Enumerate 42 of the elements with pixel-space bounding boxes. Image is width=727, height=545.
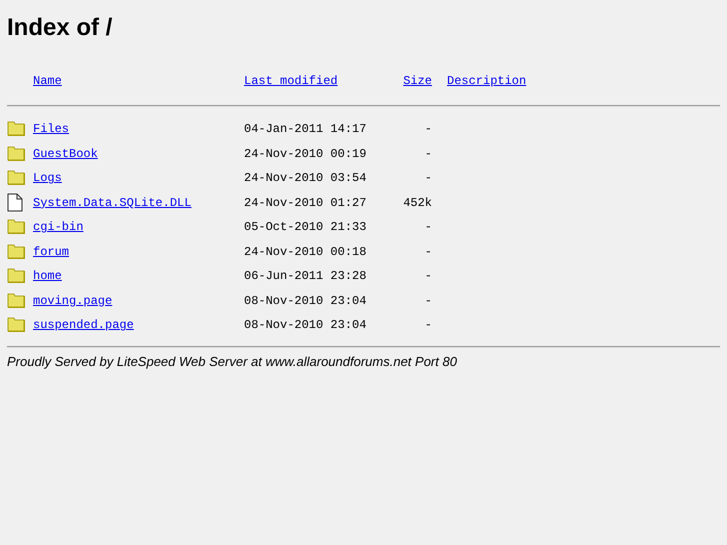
modified-date: 06-Jun-2011 23:28 bbox=[244, 269, 368, 284]
folder-icon bbox=[7, 170, 27, 186]
file-size: - bbox=[424, 318, 432, 332]
modified-date: 05-Oct-2010 21:33 bbox=[244, 220, 368, 234]
folder-icon bbox=[7, 219, 27, 236]
modified-date: 24-Nov-2010 03:54 bbox=[244, 171, 368, 186]
file-size: - bbox=[424, 220, 432, 234]
description-column-link[interactable]: Description bbox=[447, 74, 526, 88]
name-column-link[interactable]: Name bbox=[33, 74, 244, 88]
last-modified-column-link[interactable]: Last modified bbox=[244, 74, 403, 88]
folder-icon bbox=[7, 121, 27, 138]
size-column-link[interactable]: Size bbox=[403, 74, 432, 88]
modified-date: 24-Nov-2010 01:27 bbox=[244, 196, 368, 210]
file-size: - bbox=[424, 294, 432, 308]
server-signature: Proudly Served by LiteSpeed Web Server at www.allaroundforums.net Port 80 bbox=[7, 354, 458, 368]
file-link[interactable]: suspended.page bbox=[33, 318, 244, 332]
file-size: - bbox=[424, 171, 432, 186]
file-size: - bbox=[424, 146, 432, 161]
folder-icon bbox=[7, 268, 27, 284]
folder-icon bbox=[7, 146, 27, 162]
file-size: - bbox=[424, 122, 432, 136]
page-title: Index of / bbox=[7, 13, 114, 43]
folder-icon bbox=[7, 244, 27, 260]
modified-date: 08-Nov-2010 23:04 bbox=[244, 318, 368, 332]
modified-date: 24-Nov-2010 00:18 bbox=[244, 244, 368, 259]
file-link[interactable]: Logs bbox=[33, 171, 244, 186]
folder-icon bbox=[7, 317, 27, 334]
file-icon bbox=[7, 193, 23, 212]
file-size: - bbox=[424, 269, 432, 284]
file-size: - bbox=[424, 244, 432, 259]
file-link[interactable]: cgi-bin bbox=[33, 220, 244, 234]
folder-icon bbox=[7, 292, 27, 309]
file-link[interactable]: forum bbox=[33, 244, 244, 259]
file-link[interactable]: home bbox=[33, 269, 244, 284]
modified-date: 08-Nov-2010 23:04 bbox=[244, 294, 368, 308]
modified-date: 24-Nov-2010 00:19 bbox=[244, 146, 368, 161]
modified-date: 04-Jan-2011 14:17 bbox=[244, 122, 368, 136]
file-link[interactable]: GuestBook bbox=[33, 146, 244, 161]
file-link[interactable]: moving.page bbox=[33, 294, 244, 308]
file-link[interactable]: System.Data.SQLite.DLL bbox=[33, 196, 244, 210]
file-link[interactable]: Files bbox=[33, 122, 244, 136]
file-size: 452k bbox=[403, 196, 432, 210]
